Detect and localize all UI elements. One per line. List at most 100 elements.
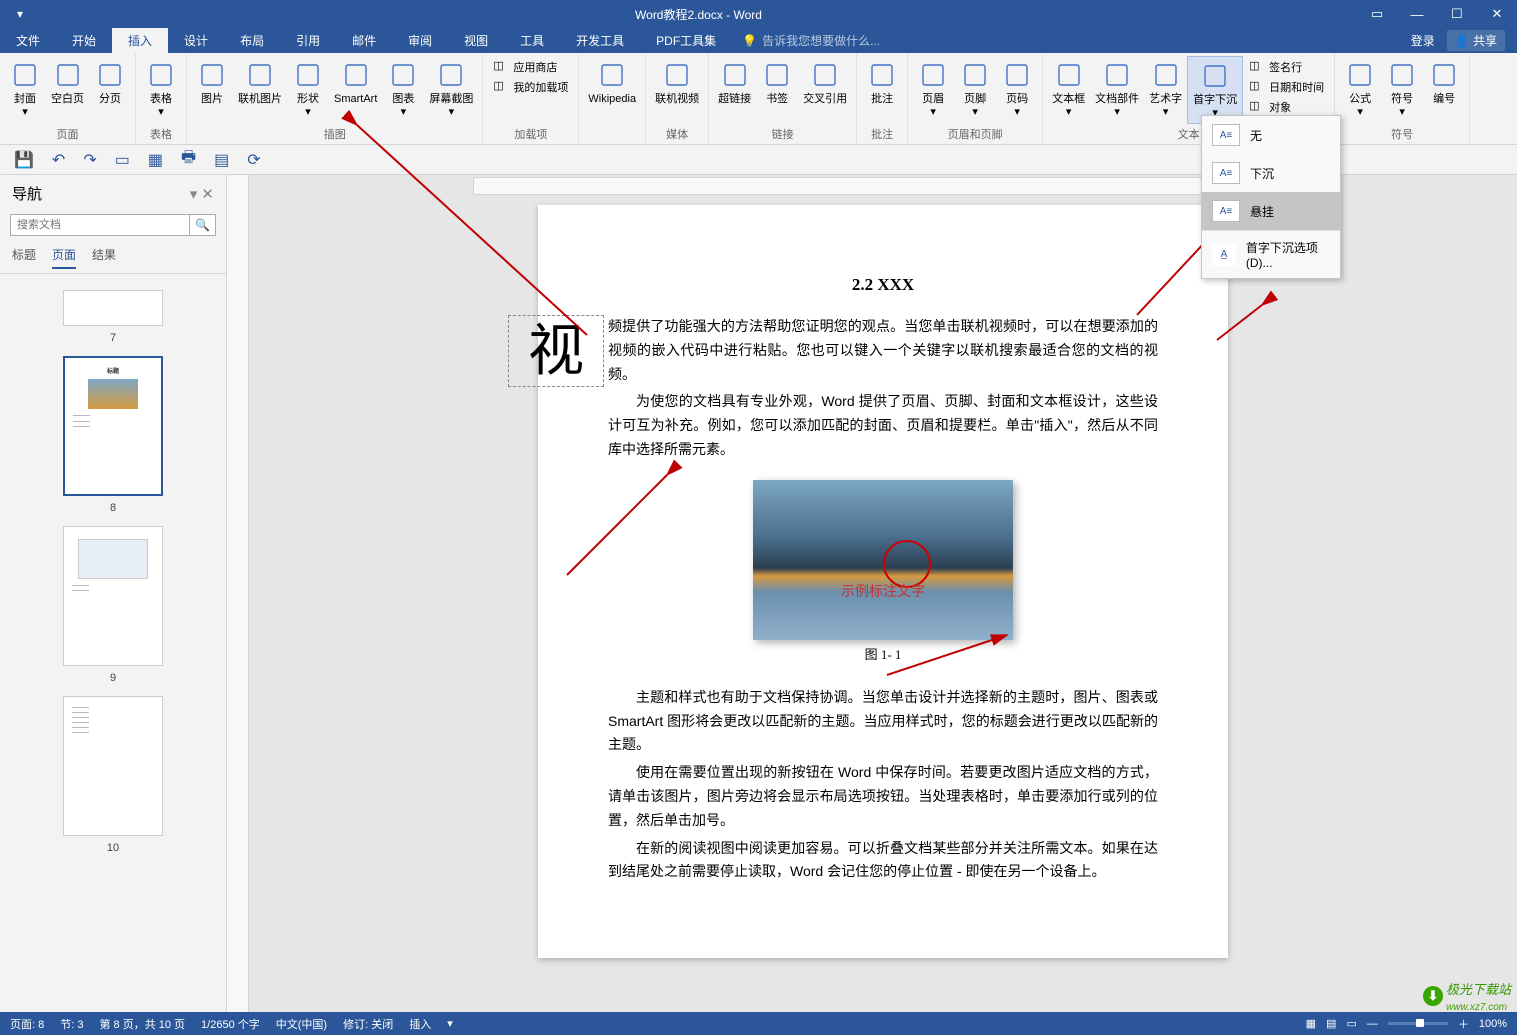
ribbon-书签-button[interactable]: 书签 <box>756 56 798 109</box>
document-scroll[interactable]: 2.2 XXX 视 频提供了功能强大的方法帮助您证明您的观点。当您单击联机视频时… <box>249 175 1517 1012</box>
ribbon-屏幕截图-button[interactable]: 屏幕截图▾ <box>424 56 478 122</box>
ribbon-group-label: 页面 <box>4 124 131 144</box>
minimize-button[interactable]: — <box>1397 0 1437 28</box>
view-web-icon[interactable]: ▭ <box>1346 1017 1356 1030</box>
status-track[interactable]: 修订: 关闭 <box>343 1016 393 1032</box>
maximize-button[interactable]: ☐ <box>1437 0 1477 28</box>
qat-btn[interactable]: ▤ <box>214 150 229 170</box>
dropdown-item-悬挂[interactable]: A≡悬挂 <box>1202 192 1340 230</box>
ribbon-我的加载项-button[interactable]: ◫我的加载项 <box>489 78 572 96</box>
ribbon-联机视频-button[interactable]: 联机视频 <box>650 56 704 109</box>
ribbon-group-label: 链接 <box>713 124 852 144</box>
tell-me-input[interactable]: 💡告诉我您想要做什么... <box>742 32 880 49</box>
ribbon-分页-button[interactable]: 分页 <box>89 56 131 109</box>
ribbon-交叉引用-button[interactable]: 交叉引用 <box>798 56 852 109</box>
document-image[interactable]: 示例标注文字 <box>753 480 1013 640</box>
status-pages[interactable]: 第 8 页，共 10 页 <box>99 1016 185 1032</box>
ribbon-group-label: 媒体 <box>650 124 704 144</box>
nav-dropdown-icon[interactable]: ▾ ✕ <box>190 185 214 203</box>
redo-icon[interactable]: ↷ <box>83 150 96 170</box>
ribbon-图表-button[interactable]: 图表▾ <box>382 56 424 122</box>
ribbon-icon <box>1001 59 1033 91</box>
ribbon-页码-button[interactable]: 页码▾ <box>996 56 1038 122</box>
menu-tab-开发工具[interactable]: 开发工具 <box>560 28 640 53</box>
page-thumbnail-9[interactable]: ━━━━━━━━━━━━━━ <box>63 526 163 666</box>
menu-tab-引用[interactable]: 引用 <box>280 28 336 53</box>
share-button[interactable]: 👤 共享 <box>1447 30 1505 51</box>
ribbon-日期和时间-button[interactable]: ◫日期和时间 <box>1245 78 1328 96</box>
search-icon[interactable]: 🔍 <box>189 215 215 235</box>
dropcap-frame[interactable]: 视 <box>508 315 604 387</box>
ribbon-icon <box>866 59 898 91</box>
nav-tab-标题[interactable]: 标题 <box>12 246 36 269</box>
menu-tab-文件[interactable]: 文件 <box>0 28 56 53</box>
ribbon-Wikipedia-button[interactable]: Wikipedia <box>583 56 641 109</box>
ribbon-icon <box>435 59 467 91</box>
ribbon-表格-button[interactable]: 表格▾ <box>140 56 182 122</box>
save-icon[interactable]: 💾 <box>14 150 34 170</box>
dropdown-options[interactable]: A̲首字下沉选项(D)... <box>1202 231 1340 278</box>
ribbon-封面-button[interactable]: 封面▾ <box>4 56 46 122</box>
login-link[interactable]: 登录 <box>1411 32 1435 49</box>
small-icon: ◫ <box>493 79 509 95</box>
ribbon-display-options-icon[interactable]: ▭ <box>1357 0 1397 28</box>
ribbon-公式-button[interactable]: 公式▾ <box>1339 56 1381 122</box>
status-mode[interactable]: 插入 <box>409 1016 431 1032</box>
zoom-level[interactable]: 100% <box>1479 1018 1507 1030</box>
menu-tab-邮件[interactable]: 邮件 <box>336 28 392 53</box>
document-page[interactable]: 2.2 XXX 视 频提供了功能强大的方法帮助您证明您的观点。当您单击联机视频时… <box>538 205 1228 958</box>
app-menu-icon[interactable]: ▾ <box>0 7 40 21</box>
menu-tab-工具[interactable]: 工具 <box>504 28 560 53</box>
ribbon-文本框-button[interactable]: 文本框▾ <box>1047 56 1090 122</box>
ribbon-页眉-button[interactable]: 页眉▾ <box>912 56 954 122</box>
ribbon-页脚-button[interactable]: 页脚▾ <box>954 56 996 122</box>
status-lang[interactable]: 中文(中国) <box>276 1016 327 1032</box>
menu-tab-插入[interactable]: 插入 <box>112 28 168 53</box>
zoom-out-icon[interactable]: — <box>1367 1018 1378 1030</box>
ribbon-编号-button[interactable]: 编号 <box>1423 56 1465 109</box>
ribbon-空白页-button[interactable]: 空白页 <box>46 56 89 109</box>
status-page[interactable]: 页面: 8 <box>10 1016 44 1032</box>
nav-search-input[interactable] <box>11 215 189 235</box>
view-read-icon[interactable]: ▤ <box>1326 1017 1336 1030</box>
nav-tab-页面[interactable]: 页面 <box>52 246 76 269</box>
page-thumbnail-7[interactable] <box>63 290 163 326</box>
ribbon-联机图片-button[interactable]: 联机图片 <box>233 56 287 109</box>
thumb-number: 9 <box>10 672 216 684</box>
close-button[interactable]: ✕ <box>1477 0 1517 28</box>
dropdown-item-无[interactable]: A≡无 <box>1202 116 1340 154</box>
ribbon-批注-button[interactable]: 批注 <box>861 56 903 109</box>
ribbon-艺术字-button[interactable]: 艺术字▾ <box>1144 56 1187 122</box>
dropdown-item-下沉[interactable]: A≡下沉 <box>1202 154 1340 192</box>
view-print-icon[interactable]: ▦ <box>1306 1017 1316 1030</box>
qat-btn[interactable]: 🖶 <box>181 146 196 173</box>
ribbon-对象-button[interactable]: ◫对象 <box>1245 98 1328 116</box>
menu-tab-PDF工具集[interactable]: PDF工具集 <box>640 28 732 53</box>
menu-tab-审阅[interactable]: 审阅 <box>392 28 448 53</box>
menu-tab-视图[interactable]: 视图 <box>448 28 504 53</box>
menu-tab-开始[interactable]: 开始 <box>56 28 112 53</box>
menu-tab-设计[interactable]: 设计 <box>168 28 224 53</box>
menu-tab-布局[interactable]: 布局 <box>224 28 280 53</box>
zoom-in-icon[interactable]: ＋ <box>1458 1016 1469 1032</box>
status-extra[interactable]: ▾ <box>447 1017 453 1030</box>
page-thumbnail-10[interactable]: ━━━━━━━━━━━━━━━━━━━━━━━━━━━━━━━━━━━━━━━━… <box>63 696 163 836</box>
nav-tab-结果[interactable]: 结果 <box>92 246 116 269</box>
ribbon-文档部件-button[interactable]: 文档部件▾ <box>1090 56 1144 122</box>
page-thumbnail-8[interactable]: 标题━━━━━━━━━━━━━━━━━━━━━ <box>63 356 163 496</box>
qat-btn[interactable]: ▭ <box>115 150 130 170</box>
qat-btn[interactable]: ⟳ <box>247 150 260 170</box>
ribbon-形状-button[interactable]: 形状▾ <box>287 56 329 122</box>
ribbon-应用商店-button[interactable]: ◫应用商店 <box>489 58 572 76</box>
ribbon-签名行-button[interactable]: ◫签名行 <box>1245 58 1328 76</box>
ribbon-超链接-button[interactable]: 超链接 <box>713 56 756 109</box>
ribbon-符号-button[interactable]: 符号▾ <box>1381 56 1423 122</box>
status-words[interactable]: 1/2650 个字 <box>201 1016 260 1032</box>
nav-search-box[interactable]: 🔍 <box>10 214 216 236</box>
ribbon-图片-button[interactable]: 图片 <box>191 56 233 109</box>
qat-btn[interactable]: ▦ <box>148 150 163 170</box>
thumb-number: 7 <box>10 332 216 344</box>
undo-icon[interactable]: ↶ <box>52 150 65 170</box>
ribbon-SmartArt-button[interactable]: SmartArt <box>329 56 382 109</box>
status-section[interactable]: 节: 3 <box>60 1016 83 1032</box>
